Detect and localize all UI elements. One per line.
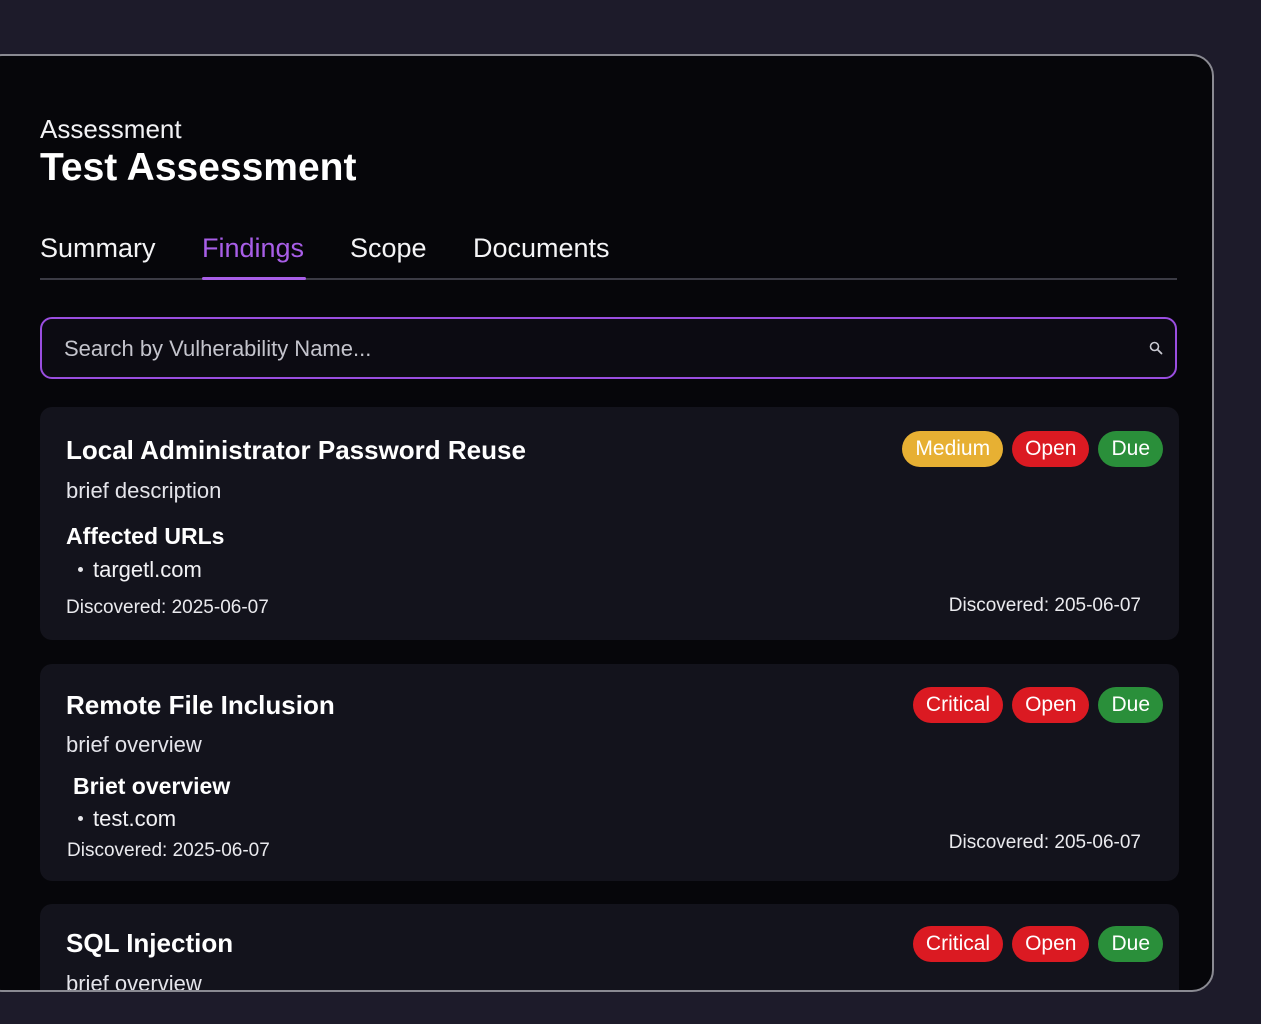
severity-badge: Critical <box>912 687 1004 723</box>
status-badge: Open <box>1012 431 1090 467</box>
severity-badge: Critical <box>912 926 1004 962</box>
finding-title: SQL Injection <box>66 928 234 958</box>
discovered-date: Discovered: 2025-06-07 <box>67 840 270 861</box>
discovered-date-secondary: Discovered: 205-06-07 <box>948 595 1141 616</box>
page-title: Test Assessment <box>40 146 357 189</box>
bullet-icon <box>78 815 83 821</box>
tab-scope[interactable]: Scope <box>350 228 427 278</box>
discovered-date: Discovered: 2025-06-07 <box>66 597 269 618</box>
affected-url: test.com <box>93 806 177 831</box>
tab-bar: Summary Findings Scope Documents <box>40 228 1177 280</box>
finding-card[interactable]: SQL Injection Critical Open Due brief ov… <box>40 904 1179 992</box>
search-input[interactable] <box>62 319 1126 379</box>
bullet-icon <box>78 566 83 572</box>
finding-card[interactable]: Remote File Inclusion Critical Open Due … <box>40 664 1179 881</box>
finding-card[interactable]: Local Administrator Password Reuse Mediu… <box>40 407 1179 640</box>
page-eyebrow: Assessment <box>40 114 182 144</box>
severity-badge: Medium <box>902 431 1004 467</box>
finding-badges: Critical Open Due <box>912 926 1163 962</box>
affected-url: targetl.com <box>93 557 202 582</box>
affected-urls-heading: Affected URLs <box>66 523 225 549</box>
finding-description: brief overview <box>66 971 202 992</box>
tab-documents[interactable]: Documents <box>473 228 610 278</box>
section-heading: Briet overview <box>73 773 231 799</box>
search-box <box>40 317 1177 379</box>
due-badge: Due <box>1098 431 1163 467</box>
status-badge: Open <box>1012 926 1090 962</box>
tab-summary[interactable]: Summary <box>40 228 156 278</box>
status-badge: Open <box>1012 687 1090 723</box>
due-badge: Due <box>1098 687 1163 723</box>
finding-description: brief description <box>66 478 222 503</box>
finding-description: brief overview <box>66 732 202 757</box>
affected-url-item: test.com <box>78 806 176 832</box>
finding-title: Remote File Inclusion <box>66 690 335 720</box>
finding-badges: Medium Open Due <box>902 431 1163 467</box>
finding-badges: Critical Open Due <box>912 687 1163 723</box>
assessment-window: Assessment Test Assessment Summary Findi… <box>0 54 1214 992</box>
search-icon[interactable] <box>1149 341 1163 355</box>
tab-findings[interactable]: Findings <box>202 228 307 280</box>
discovered-date-secondary: Discovered: 205-06-07 <box>948 832 1141 853</box>
affected-url-item: targetl.com <box>78 557 202 583</box>
due-badge: Due <box>1098 926 1163 962</box>
finding-title: Local Administrator Password Reuse <box>66 435 526 465</box>
